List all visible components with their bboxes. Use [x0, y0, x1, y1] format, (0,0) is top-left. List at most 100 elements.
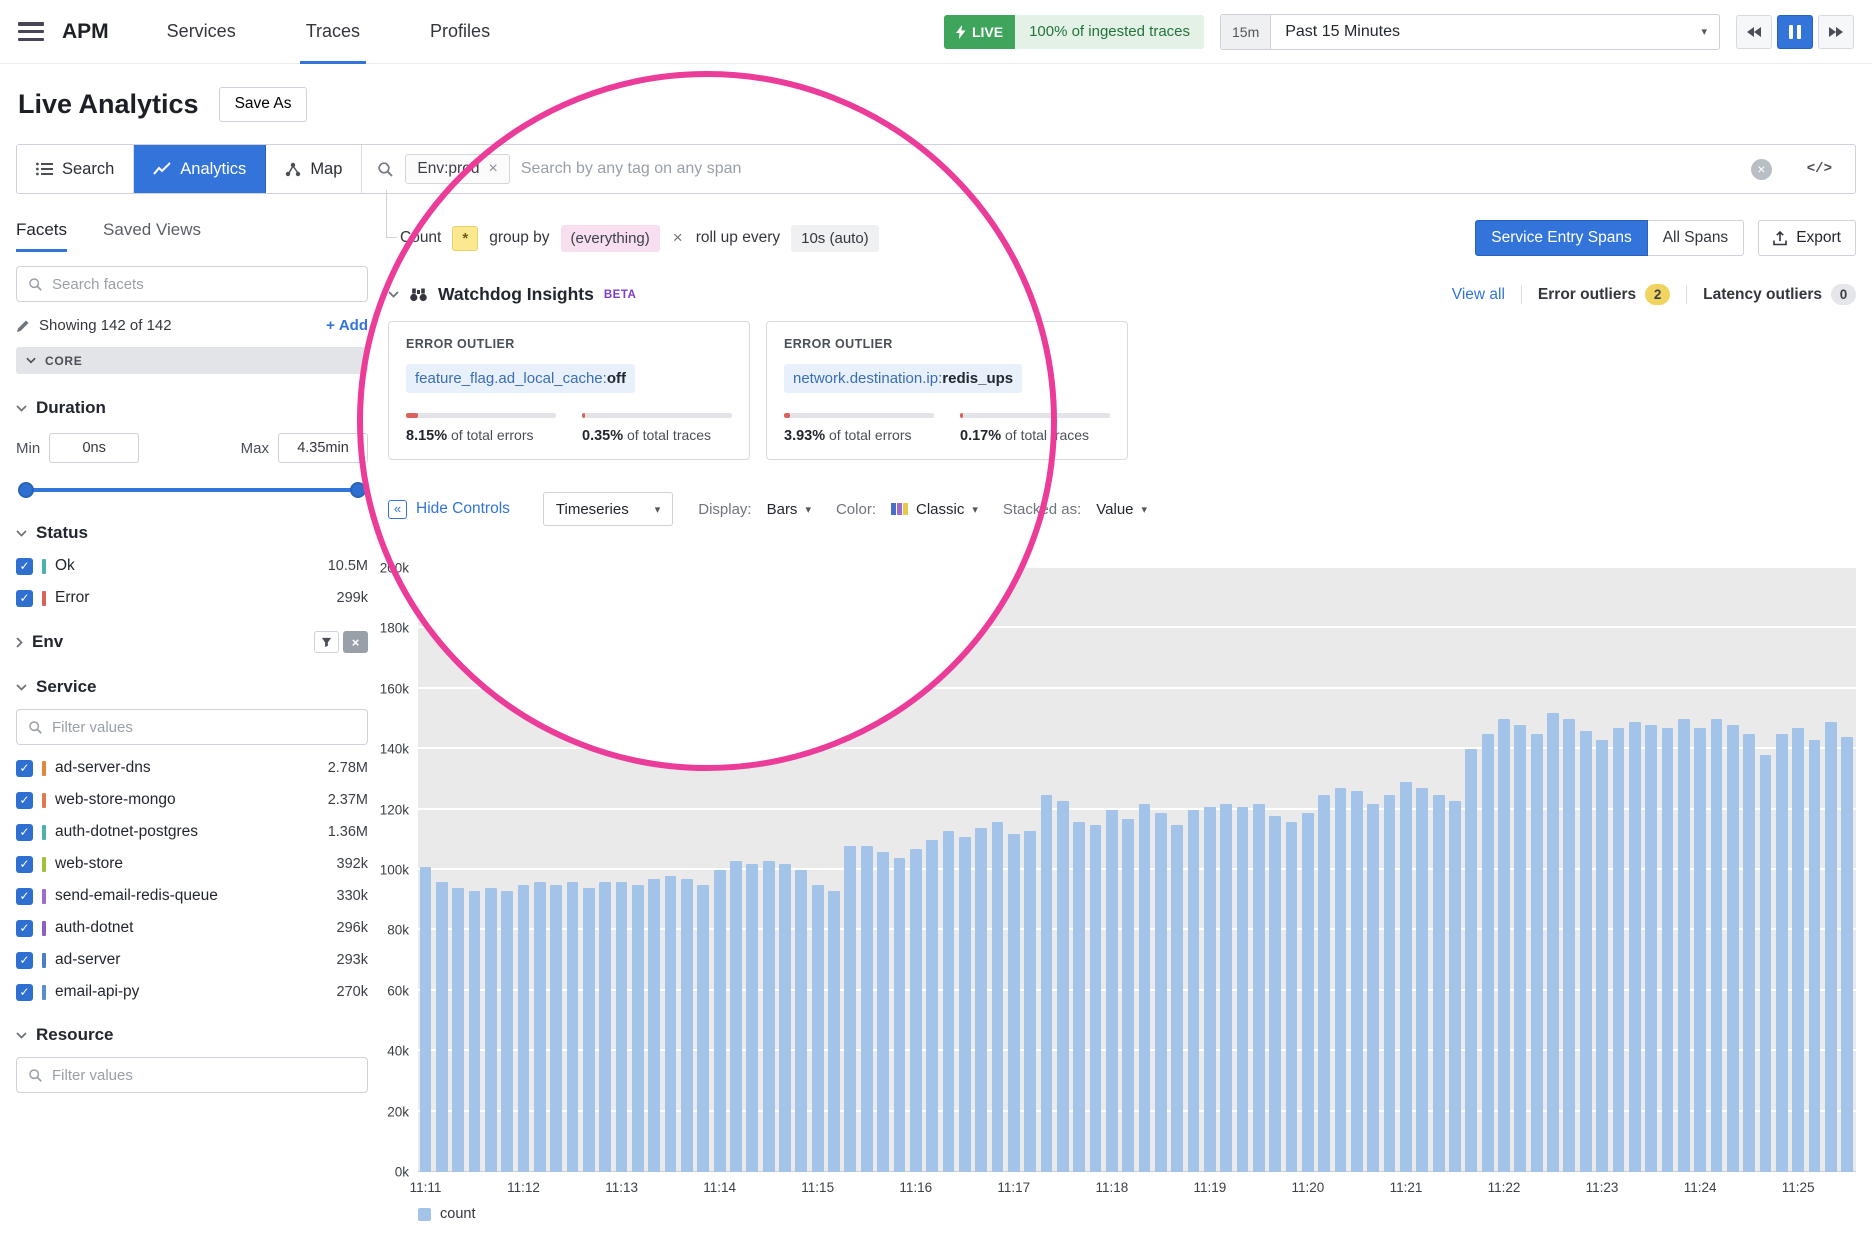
- chart-bar[interactable]: [501, 891, 513, 1172]
- chart-bar[interactable]: [1465, 749, 1477, 1172]
- save-as-button[interactable]: Save As: [219, 87, 308, 122]
- chart-bar[interactable]: [1743, 734, 1755, 1172]
- tab-saved-views[interactable]: Saved Views: [103, 220, 201, 252]
- tab-traces[interactable]: Traces: [306, 0, 360, 64]
- chart-bar[interactable]: [583, 888, 595, 1172]
- chart-bar[interactable]: [1694, 728, 1706, 1172]
- chart-bar[interactable]: [1727, 725, 1739, 1172]
- chart-bar[interactable]: [1613, 728, 1625, 1172]
- latency-outliers-link[interactable]: Latency outliers 0: [1703, 284, 1856, 305]
- duration-min-input[interactable]: [49, 433, 139, 463]
- chart-bar[interactable]: [681, 879, 693, 1172]
- chart-bar[interactable]: [1220, 804, 1232, 1172]
- chart-bar[interactable]: [1531, 734, 1543, 1172]
- chart-bar[interactable]: [1008, 834, 1020, 1172]
- service-filter-input[interactable]: [52, 719, 356, 736]
- card-tag-pill[interactable]: feature_flag.ad_local_cache:off: [406, 364, 635, 393]
- chart-bar[interactable]: [844, 846, 856, 1172]
- chart-bar[interactable]: [926, 840, 938, 1172]
- checkbox-checked[interactable]: ✓: [16, 920, 33, 937]
- error-outlier-card-2[interactable]: ERROR OUTLIER network.destination.ip:red…: [766, 321, 1128, 460]
- chart-bar[interactable]: [1629, 722, 1641, 1172]
- color-select[interactable]: Classic ▾: [891, 501, 978, 518]
- chart-bar[interactable]: [1547, 713, 1559, 1172]
- chart-bar[interactable]: [1269, 816, 1281, 1172]
- chart-bar[interactable]: [485, 888, 497, 1172]
- chart-bar[interactable]: [1024, 831, 1036, 1172]
- pause-button[interactable]: [1777, 15, 1813, 49]
- live-button[interactable]: LIVE: [944, 15, 1015, 49]
- chart-bar[interactable]: [894, 858, 906, 1172]
- chart-bar[interactable]: [779, 864, 791, 1172]
- resource-header[interactable]: Resource: [16, 1025, 368, 1045]
- chart-bar[interactable]: [1596, 740, 1608, 1172]
- chart-bar[interactable]: [567, 882, 579, 1172]
- chart-bar[interactable]: [697, 885, 709, 1172]
- chart-bar[interactable]: [1318, 795, 1330, 1173]
- chart-bar[interactable]: [1139, 804, 1151, 1172]
- tab-profiles[interactable]: Profiles: [430, 0, 490, 64]
- chart-bar[interactable]: [1580, 731, 1592, 1172]
- chart-bar[interactable]: [943, 831, 955, 1172]
- duration-max-input[interactable]: [278, 433, 368, 463]
- chart-bar[interactable]: [910, 849, 922, 1172]
- chart-bar[interactable]: [436, 882, 448, 1172]
- filter-tag-env-prod[interactable]: Env:prod ×: [405, 154, 509, 184]
- remove-tag-icon[interactable]: ×: [488, 161, 497, 177]
- chart-bar[interactable]: [730, 861, 742, 1172]
- hide-controls-button[interactable]: « Hide Controls: [388, 500, 510, 519]
- chart-bar[interactable]: [1678, 719, 1690, 1172]
- menu-icon[interactable]: [18, 22, 44, 41]
- display-select[interactable]: Bars ▾: [767, 501, 811, 518]
- chart-bar[interactable]: [1057, 801, 1069, 1172]
- chart-bar[interactable]: [795, 870, 807, 1172]
- chart-bar[interactable]: [1073, 822, 1085, 1172]
- watchdog-title-group[interactable]: Watchdog Insights BETA: [388, 284, 636, 305]
- service-header[interactable]: Service: [16, 677, 368, 697]
- all-spans-button[interactable]: All Spans: [1648, 220, 1744, 256]
- env-header[interactable]: Env ×: [16, 631, 368, 653]
- core-group-header[interactable]: CORE: [16, 347, 368, 374]
- duration-header[interactable]: Duration: [16, 398, 368, 418]
- checkbox-checked[interactable]: ✓: [16, 856, 33, 873]
- chart-bar[interactable]: [763, 861, 775, 1172]
- remove-env-filter-icon[interactable]: ×: [343, 631, 368, 653]
- export-button[interactable]: Export: [1758, 220, 1856, 256]
- chart-bar[interactable]: [1563, 719, 1575, 1172]
- error-outlier-card-1[interactable]: ERROR OUTLIER feature_flag.ad_local_cach…: [388, 321, 750, 460]
- chart-bar[interactable]: [1433, 795, 1445, 1173]
- chart-bar[interactable]: [1792, 728, 1804, 1172]
- chart-bar[interactable]: [550, 885, 562, 1172]
- chart-bar[interactable]: [1662, 728, 1674, 1172]
- chart-bar[interactable]: [1204, 807, 1216, 1172]
- measure-select[interactable]: Count: [400, 229, 441, 247]
- checkbox-checked[interactable]: ✓: [16, 888, 33, 905]
- chart-bar[interactable]: [1645, 725, 1657, 1172]
- chart-bar[interactable]: [1286, 822, 1298, 1172]
- mode-map-button[interactable]: Map: [266, 145, 362, 193]
- chart-bar[interactable]: [1090, 825, 1102, 1172]
- chart-bar[interactable]: [1760, 755, 1772, 1172]
- error-outliers-link[interactable]: Error outliers 2: [1538, 284, 1670, 305]
- chart-bar[interactable]: [1106, 810, 1118, 1172]
- slider-handle-max[interactable]: [350, 482, 366, 498]
- checkbox-checked[interactable]: ✓: [16, 558, 33, 575]
- chart-bar[interactable]: [420, 867, 432, 1172]
- checkbox-checked[interactable]: ✓: [16, 590, 33, 607]
- chart-bar[interactable]: [648, 879, 660, 1172]
- service-entry-spans-button[interactable]: Service Entry Spans: [1475, 220, 1647, 256]
- chart-bar[interactable]: [1776, 734, 1788, 1172]
- chart-bar[interactable]: [828, 891, 840, 1172]
- chart-bar[interactable]: [665, 876, 677, 1172]
- chart-bar[interactable]: [1384, 795, 1396, 1173]
- chart-bar[interactable]: [1809, 740, 1821, 1172]
- chart-bar[interactable]: [1416, 788, 1428, 1172]
- mode-analytics-button[interactable]: Analytics: [134, 145, 266, 193]
- code-view-icon[interactable]: </>: [1799, 161, 1840, 177]
- mode-search-button[interactable]: Search: [17, 145, 134, 193]
- tab-services[interactable]: Services: [167, 0, 236, 64]
- stacked-select[interactable]: Value ▾: [1096, 501, 1147, 518]
- view-all-link[interactable]: View all: [1452, 286, 1505, 304]
- fast-forward-button[interactable]: [1818, 15, 1854, 49]
- chart-bar[interactable]: [992, 822, 1004, 1172]
